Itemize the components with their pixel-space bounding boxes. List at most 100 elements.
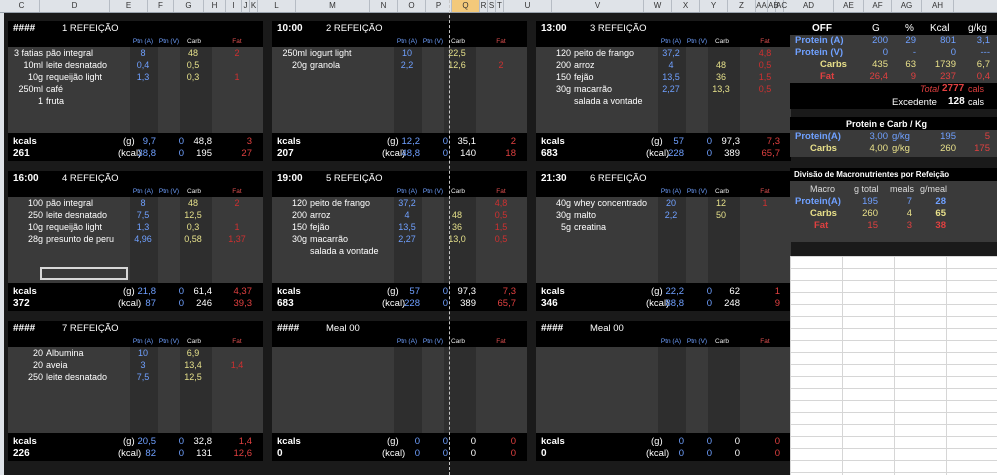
div-meals[interactable]: 4 [890, 208, 912, 219]
food-name[interactable]: iogurt light [310, 47, 396, 59]
food-row[interactable]: 28g presunto de peru 4,96 0,58 1,37 [8, 233, 263, 245]
food-name[interactable]: aveia [46, 359, 132, 371]
column-header-ac[interactable]: AC [776, 0, 787, 12]
meal-time[interactable]: 19:00 [277, 173, 303, 184]
column-header-ab[interactable]: AB [768, 0, 779, 12]
column-header-q[interactable]: Q [452, 0, 480, 12]
food-row[interactable]: 40g whey concentrado 20 12 1 [536, 197, 791, 209]
column-header-i[interactable]: I [226, 0, 242, 12]
food-name[interactable]: peito de frango [310, 197, 396, 209]
food-qty[interactable]: 250ml [282, 47, 307, 59]
column-header-n[interactable]: N [370, 0, 398, 12]
food-name[interactable]: salada a vontade [574, 95, 660, 107]
food-qty[interactable]: 200 [556, 59, 571, 71]
food-name[interactable]: leite desnatado [46, 371, 132, 383]
food-name[interactable]: fruta [46, 95, 132, 107]
food-name[interactable]: arroz [310, 209, 396, 221]
food-name[interactable]: requeijão light [46, 71, 132, 83]
food-qty[interactable]: 30g [556, 83, 571, 95]
column-header-af[interactable]: AF [864, 0, 892, 12]
meal-time[interactable]: 16:00 [13, 173, 39, 184]
food-name[interactable]: leite desnatado [46, 59, 132, 71]
food-qty[interactable]: 20g [292, 59, 307, 71]
column-header-l[interactable]: L [258, 0, 296, 12]
food-row[interactable]: 20 Albumina 10 6,9 [8, 347, 263, 359]
food-row[interactable]: 250 leite desnatado 7,5 12,5 [8, 371, 263, 383]
column-header-ah[interactable]: AH [922, 0, 954, 12]
food-qty[interactable]: 120 [292, 197, 307, 209]
column-header-o[interactable]: O [398, 0, 426, 12]
column-header-t[interactable]: T [496, 0, 504, 12]
food-qty[interactable]: 30g [292, 233, 307, 245]
column-header-c[interactable]: C [4, 0, 40, 12]
column-header-y[interactable]: Y [700, 0, 728, 12]
column-header-r[interactable]: R [480, 0, 488, 12]
empty-cells-area[interactable] [790, 256, 997, 475]
column-header-e[interactable]: E [110, 0, 148, 12]
food-row[interactable]: 10g requeijão light 1,3 0,3 1 [8, 71, 263, 83]
food-name[interactable]: arroz [574, 59, 660, 71]
food-row[interactable]: 200 arroz 4 48 0,5 [536, 59, 791, 71]
div-meals[interactable]: 3 [890, 220, 912, 231]
column-header-g[interactable]: G [174, 0, 204, 12]
food-name[interactable]: granola [310, 59, 396, 71]
meal-title[interactable]: 3 REFEIÇÃO [590, 23, 647, 34]
food-qty[interactable]: 250 [28, 209, 43, 221]
food-row[interactable]: 120 peito de frango 37,2 4,8 [536, 47, 791, 59]
food-row[interactable]: 120 peito de frango 37,2 4,8 [272, 197, 527, 209]
column-header-ag[interactable]: AG [892, 0, 922, 12]
div-meals[interactable]: 7 [890, 196, 912, 207]
meal-title[interactable]: Meal 00 [590, 323, 624, 334]
food-row[interactable]: 250ml iogurt light 10 22,5 [272, 47, 527, 59]
meal-time[interactable]: #### [277, 323, 299, 334]
food-row[interactable]: 250ml café [8, 83, 263, 95]
food-qty[interactable]: 200 [292, 209, 307, 221]
meal-time[interactable]: #### [13, 323, 35, 334]
meal-title[interactable]: 6 REFEIÇÃO [590, 173, 647, 184]
food-name[interactable]: creatina [574, 221, 660, 233]
food-qty[interactable]: 3 fatias [14, 47, 43, 59]
food-name[interactable]: peito de frango [574, 47, 660, 59]
food-name[interactable]: macarrão [574, 83, 660, 95]
column-header-d[interactable]: D [40, 0, 110, 12]
meal-time[interactable]: 10:00 [277, 23, 303, 34]
food-name[interactable]: Albumina [46, 347, 132, 359]
column-header-u[interactable]: U [504, 0, 552, 12]
column-header-aa[interactable]: AA [756, 0, 768, 12]
food-qty[interactable]: 250ml [18, 83, 43, 95]
active-cell-selection[interactable] [40, 267, 128, 280]
meal-title[interactable]: 4 REFEIÇÃO [62, 173, 119, 184]
summary-mode[interactable]: OFF [812, 23, 832, 34]
food-qty[interactable]: 150 [556, 71, 571, 83]
meal-time[interactable]: #### [541, 323, 563, 334]
column-header-m[interactable]: M [296, 0, 370, 12]
food-qty[interactable]: 120 [556, 47, 571, 59]
food-name[interactable]: café [46, 83, 132, 95]
food-qty[interactable]: 5g [561, 221, 571, 233]
meal-title[interactable]: 1 REFEIÇÃO [62, 23, 119, 34]
food-row[interactable]: 20 aveia 3 13,4 1,4 [8, 359, 263, 371]
meal-time[interactable]: #### [13, 23, 35, 34]
food-qty[interactable]: 40g [556, 197, 571, 209]
food-name[interactable]: fejão [310, 221, 396, 233]
food-row[interactable]: 30g macarrão 2,27 13,0 0,5 [272, 233, 527, 245]
meal-title[interactable]: 5 REFEIÇÃO [326, 173, 383, 184]
food-row[interactable]: salada a vontade [536, 95, 791, 107]
food-name[interactable]: fejão [574, 71, 660, 83]
food-row[interactable]: 30g malto 2,2 50 [536, 209, 791, 221]
food-qty[interactable]: 10g [28, 221, 43, 233]
food-row[interactable]: 250 leite desnatado 7,5 12,5 [8, 209, 263, 221]
food-row[interactable]: 5g creatina [536, 221, 791, 233]
food-row[interactable]: 150 fejão 13,5 36 1,5 [272, 221, 527, 233]
food-row[interactable]: 100 pão integral 8 48 2 [8, 197, 263, 209]
meal-title[interactable]: 7 REFEIÇÃO [62, 323, 119, 334]
food-row[interactable]: salada a vontade [272, 245, 527, 257]
food-row[interactable]: 10g requeijão light 1,3 0,3 1 [8, 221, 263, 233]
column-header-f[interactable]: F [148, 0, 174, 12]
food-name[interactable]: malto [574, 209, 660, 221]
food-name[interactable]: requeijão light [46, 221, 132, 233]
food-qty[interactable]: 1 [38, 95, 43, 107]
food-qty[interactable]: 100 [28, 197, 43, 209]
pc-value[interactable]: 3,00 [862, 131, 889, 142]
spreadsheet-grid[interactable]: #### 1 REFEIÇÃO Ptn (A) Ptn (V) Carb Fat 3 fat… [4, 13, 997, 475]
